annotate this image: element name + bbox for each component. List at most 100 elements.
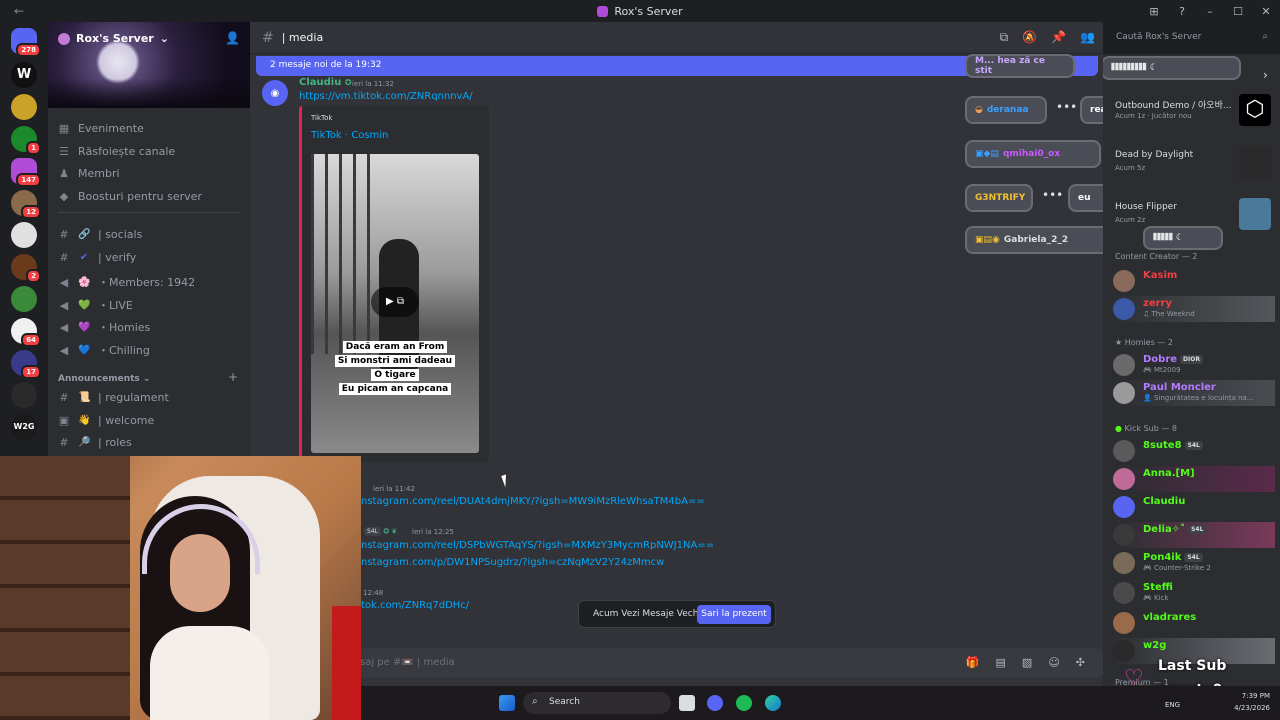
search-input[interactable]: Caută Rox's Server ⌕ xyxy=(1110,28,1274,48)
member-row[interactable]: zerry ♫ The Weeknd xyxy=(1113,296,1275,322)
member-list-icon[interactable]: 👥 xyxy=(1080,30,1095,45)
back-arrow-icon[interactable]: ← xyxy=(14,4,24,18)
sidebar-item-browse-channels[interactable]: ☰ Răsfoiește canale xyxy=(58,145,175,158)
member-list: ⦀⦀⦀⦀⦀⦀⦀⦀⦀ ☾ › Outbound Demo / 아오바... Acu… xyxy=(1103,54,1280,686)
channel-roles[interactable]: # 🔎 | roles xyxy=(58,436,131,449)
message-author[interactable]: Claudiu ✪ xyxy=(299,77,352,88)
play-icon[interactable]: ▶ ⧉ xyxy=(371,287,419,317)
server-icon-3[interactable] xyxy=(11,94,37,120)
server-icon-8[interactable]: 2 xyxy=(11,254,41,283)
more-icon: ••• xyxy=(1056,100,1078,114)
taskbar-search[interactable]: ⌕ Search xyxy=(523,692,671,714)
message-link[interactable]: nstagram.com/reel/DSPbWGTAqYS/?igsh=MXMz… xyxy=(361,540,714,551)
sticker-icon[interactable]: ▧ xyxy=(1022,656,1032,669)
server-w-icon[interactable]: W xyxy=(11,62,37,88)
message-link[interactable]: nstagram.com/p/DW1NPSugdrz/?igsh=czNqMzV… xyxy=(361,557,664,568)
category-announcements[interactable]: Announcements ⌄ xyxy=(58,374,150,384)
new-messages-label: 2 mesaje noi de la 19:32 xyxy=(270,60,382,70)
hash-icon: # xyxy=(59,391,69,404)
avatar xyxy=(1113,496,1135,518)
gift-icon[interactable]: 🎁 xyxy=(966,656,980,669)
server-icon-10[interactable]: 64 xyxy=(11,318,41,347)
badge-icon: ▣◆▤ xyxy=(975,149,999,159)
channel-verify[interactable]: # ✔ | verify xyxy=(58,251,136,264)
message-link[interactable]: https://vm.tiktok.com/ZNRqnnnvA/ xyxy=(299,91,473,102)
server-icon-11[interactable]: 17 xyxy=(11,350,41,379)
member-row[interactable]: Kasim xyxy=(1113,268,1275,294)
create-channel-icon[interactable]: + xyxy=(228,370,238,384)
member-row[interactable]: Claudiu xyxy=(1113,494,1275,520)
apps-icon[interactable]: ✣ xyxy=(1076,656,1085,669)
inbox-icon[interactable]: ⊞ xyxy=(1140,5,1168,18)
member-row[interactable]: Pon4ik S4L 🎮 Counter-Strike 2 xyxy=(1113,550,1275,576)
message-link[interactable]: tok.com/ZNRq7dDHc/ xyxy=(361,600,469,611)
member-name: w2g xyxy=(1143,640,1167,651)
member-row[interactable]: Anna.[M] xyxy=(1113,466,1275,492)
activity-name: Dead by Daylight xyxy=(1115,150,1194,160)
server-icon-7[interactable] xyxy=(11,222,37,248)
member-name: vladrares xyxy=(1143,612,1197,623)
activity-card[interactable]: Outbound Demo / 아오바... Acum 1z · Jucător… xyxy=(1113,94,1275,142)
voice-channel-members[interactable]: ◀ 🌸 ・Members: 1942 xyxy=(58,274,195,290)
voice-channel-chilling[interactable]: ◀ 💙 ・Chilling xyxy=(58,342,150,358)
pill-label: G3NTRIFY xyxy=(975,193,1026,203)
keyboard-language[interactable]: ENG xyxy=(1165,701,1180,709)
sidebar-item-members[interactable]: ♟ Membri xyxy=(58,167,119,180)
server-roxs-icon[interactable]: 147 xyxy=(11,158,41,187)
video-caption-line: Eu picam an capcana xyxy=(311,380,479,395)
sidebar-item-boosts[interactable]: ◆ Boosturi pentru server xyxy=(58,190,202,203)
help-icon[interactable]: ? xyxy=(1168,5,1196,18)
member-row[interactable]: Dobre DIOR 🎮 Mt2009 xyxy=(1113,352,1275,378)
voice-channel-homies[interactable]: ◀ 💜 ・Homies xyxy=(58,319,151,335)
window-title: Rox's Server xyxy=(597,5,683,18)
close-button[interactable]: ✕ xyxy=(1252,5,1280,18)
channel-welcome[interactable]: ▣ 👋 | welcome xyxy=(58,414,155,427)
file-explorer-icon[interactable] xyxy=(679,695,695,711)
gif-icon[interactable]: ▤ xyxy=(996,656,1006,669)
mute-icon[interactable]: 🔕 xyxy=(1022,30,1037,45)
member-row[interactable]: Steffi 🎮 Kick xyxy=(1113,580,1275,606)
message-link[interactable]: nstagram.com/reel/DUAt4dmjMKY/?igsh=MW9i… xyxy=(361,496,705,507)
activity-card[interactable]: Dead by Daylight Acum 5z xyxy=(1113,146,1275,194)
message-composer[interactable]: saj pe #📼 | media 🎁 ▤ ▧ ☺ ✣ xyxy=(250,648,1103,678)
video-thumbnail[interactable]: ▶ ⧉ Dacă eram an From Si monstri ami dad… xyxy=(311,154,479,453)
channel-socials[interactable]: # 🔗 | socials xyxy=(58,228,142,241)
server-w2g-icon[interactable]: W2G xyxy=(11,414,37,440)
direct-messages-icon[interactable]: 278 xyxy=(11,28,41,57)
member-tag: S4L xyxy=(1184,440,1203,450)
pin-icon[interactable]: 📌 xyxy=(1051,30,1066,45)
threads-icon[interactable]: ⧉ xyxy=(1000,30,1009,45)
invite-people-icon[interactable]: 👤 xyxy=(225,31,240,45)
emoji-icon[interactable]: ☺ xyxy=(1048,656,1059,669)
member-row[interactable]: Paul Moncler 👤 Singurătatea e locuința na… xyxy=(1113,380,1275,406)
member-name: Paul Moncler xyxy=(1143,382,1216,393)
member-row[interactable]: vladrares xyxy=(1113,610,1275,636)
chevron-right-icon[interactable]: › xyxy=(1263,68,1268,82)
server-icon-12[interactable] xyxy=(11,382,37,408)
server-icon-6[interactable]: 12 xyxy=(11,190,41,219)
jump-to-present-button[interactable]: Sari la prezent xyxy=(697,605,771,624)
windows-start-icon[interactable] xyxy=(499,695,515,711)
clock[interactable]: 7:39 PM 4/23/2026 xyxy=(1234,690,1270,714)
member-row[interactable]: 8sute8 S4L xyxy=(1113,438,1275,464)
maximize-button[interactable]: ☐ xyxy=(1224,5,1252,18)
member-row[interactable]: Delia✧˚ S4L xyxy=(1113,522,1275,548)
activity-status: Acum 1z · Jucător nou xyxy=(1115,112,1192,120)
spotify-icon[interactable] xyxy=(736,695,752,711)
voice-channel-live[interactable]: ◀ 💚 ・LIVE xyxy=(58,297,133,313)
message-timestamp: ieri la 11:32 xyxy=(352,80,394,88)
edge-icon[interactable] xyxy=(765,695,781,711)
sidebar-item-events[interactable]: ▦ Evenimente xyxy=(58,122,144,135)
server-name-button[interactable]: Rox's Server ⌄ xyxy=(58,32,169,45)
activity-status: Acum 2z xyxy=(1115,216,1146,224)
minimize-button[interactable]: – xyxy=(1196,5,1224,18)
discord-icon[interactable] xyxy=(707,695,723,711)
channel-regulament[interactable]: # 📜 | regulament xyxy=(58,391,168,404)
member-name: Dobre DIOR xyxy=(1143,354,1203,365)
server-icon-9[interactable] xyxy=(11,286,37,312)
magnifier-icon: 🔎 xyxy=(78,437,91,448)
embed-title[interactable]: TikTok · Cosmin xyxy=(311,130,388,141)
speaker-icon: ◀ xyxy=(59,320,69,334)
server-icon-4[interactable]: 1 xyxy=(11,126,41,155)
avatar[interactable]: ◉ xyxy=(262,80,288,106)
